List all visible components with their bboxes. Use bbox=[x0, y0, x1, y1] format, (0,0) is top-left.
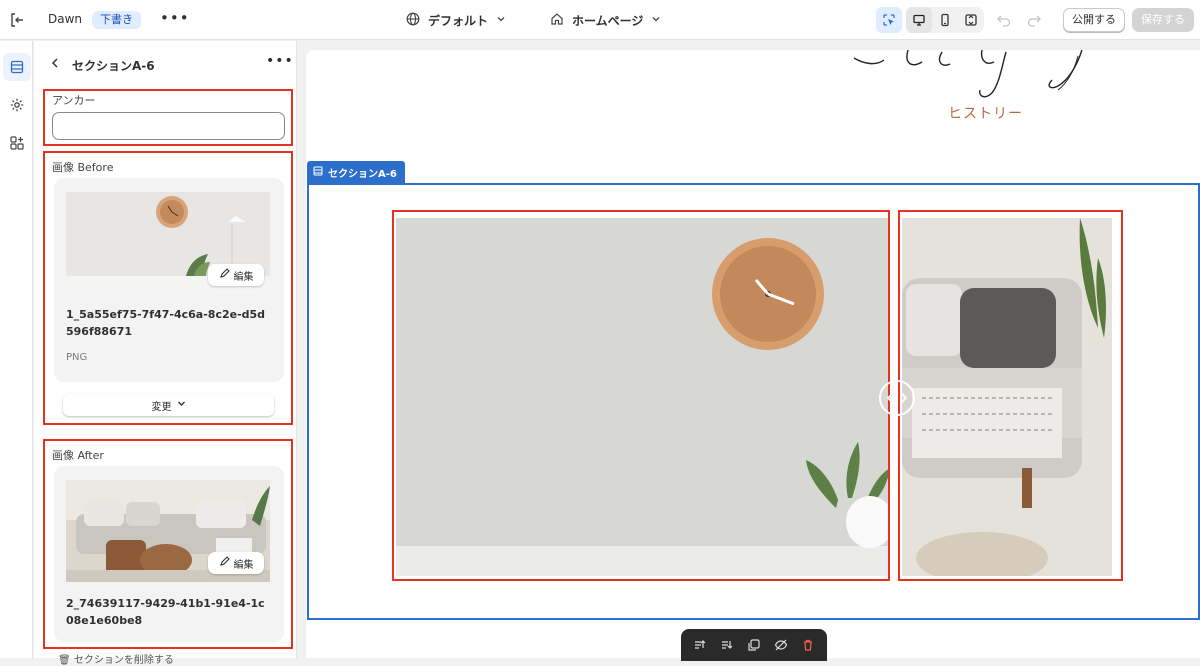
panel-header: セクションA-6 ••• bbox=[34, 41, 296, 89]
history-heading: ヒストリー bbox=[948, 106, 1023, 122]
image-before-card: 編集 bbox=[54, 178, 284, 382]
publish-button[interactable]: 公開する bbox=[1063, 8, 1125, 32]
view-toggles bbox=[876, 7, 984, 33]
theme-selector-label: デフォルト bbox=[428, 13, 489, 28]
exit-icon[interactable] bbox=[8, 11, 26, 29]
anchor-input[interactable] bbox=[52, 112, 285, 140]
more-menu-icon[interactable]: ••• bbox=[160, 9, 190, 27]
edit-label: 編集 bbox=[233, 559, 254, 571]
image-after-label: 画像 After bbox=[52, 449, 104, 462]
desktop-view-icon[interactable] bbox=[906, 7, 932, 33]
sections-icon[interactable] bbox=[3, 53, 31, 81]
edit-label: 編集 bbox=[233, 271, 254, 283]
after-image-highlight-box bbox=[898, 210, 1123, 581]
image-before-filetype: PNG bbox=[66, 352, 88, 363]
panel-more-icon[interactable]: ••• bbox=[266, 53, 294, 69]
before-image-highlight-box bbox=[392, 210, 890, 581]
pencil-icon bbox=[219, 556, 230, 570]
undo-icon[interactable] bbox=[996, 12, 1012, 28]
anchor-label: アンカー bbox=[52, 94, 96, 107]
delete-section-label: セクションを削除する bbox=[73, 655, 174, 666]
section-tag-label: セクションA-6 bbox=[328, 168, 397, 180]
image-after-filename: 2_74639117-9429-41b1-91e4-1c08e1e60be8 bbox=[66, 597, 265, 627]
history-script-logo bbox=[853, 50, 1083, 98]
delete-trash-icon[interactable] bbox=[799, 636, 817, 654]
delete-section-link[interactable]: 🗑 セクションを削除する bbox=[58, 651, 174, 666]
image-before-filename: 1_5a55ef75-7f47-4c6a-8c2e-d5d596f88671 bbox=[66, 308, 266, 338]
save-button[interactable]: 保存する bbox=[1132, 8, 1194, 32]
move-up-icon[interactable] bbox=[691, 636, 709, 654]
top-bar: Dawn 下書き ••• デフォルト ホームページ 公開する 保存する bbox=[0, 0, 1200, 40]
duplicate-icon[interactable] bbox=[745, 636, 763, 654]
left-rail bbox=[0, 41, 33, 658]
section-tag[interactable]: セクションA-6 bbox=[307, 161, 405, 183]
home-icon bbox=[550, 12, 564, 29]
store-name: Dawn bbox=[48, 12, 83, 26]
page-selector-label: ホームページ bbox=[572, 13, 644, 28]
globe-icon bbox=[406, 12, 420, 29]
back-chevron-icon[interactable] bbox=[50, 57, 60, 73]
trash-icon: 🗑 bbox=[58, 655, 71, 666]
chevron-down-icon bbox=[177, 399, 186, 411]
pencil-icon bbox=[219, 268, 230, 282]
hide-eye-icon[interactable] bbox=[772, 636, 790, 654]
fullwidth-view-icon[interactable] bbox=[958, 7, 984, 33]
chevron-down-icon bbox=[651, 13, 661, 27]
slider-arrows-icon bbox=[886, 392, 908, 404]
move-down-icon[interactable] bbox=[718, 636, 736, 654]
page-selector[interactable]: ホームページ bbox=[550, 10, 661, 30]
apps-icon[interactable] bbox=[3, 129, 31, 157]
image-before-label: 画像 Before bbox=[52, 161, 114, 174]
comparison-slider-handle[interactable] bbox=[879, 380, 915, 416]
change-label: 変更 bbox=[151, 401, 172, 413]
theme-selector[interactable]: デフォルト bbox=[406, 10, 506, 30]
status-badge: 下書き bbox=[92, 11, 141, 29]
inspector-select-icon[interactable] bbox=[876, 7, 902, 33]
mobile-view-icon[interactable] bbox=[932, 7, 958, 33]
redo-icon[interactable] bbox=[1026, 12, 1042, 28]
settings-gear-icon[interactable] bbox=[3, 91, 31, 119]
section-grid-icon bbox=[313, 166, 323, 179]
panel-title: セクションA-6 bbox=[72, 59, 155, 73]
image-before-edit-button[interactable]: 編集 bbox=[208, 264, 264, 286]
device-toggle-group bbox=[906, 7, 984, 33]
image-after-edit-button[interactable]: 編集 bbox=[208, 552, 264, 574]
chevron-down-icon bbox=[496, 13, 506, 27]
image-before-change-button[interactable]: 変更 bbox=[63, 394, 274, 416]
section-floating-toolbar bbox=[681, 629, 827, 661]
